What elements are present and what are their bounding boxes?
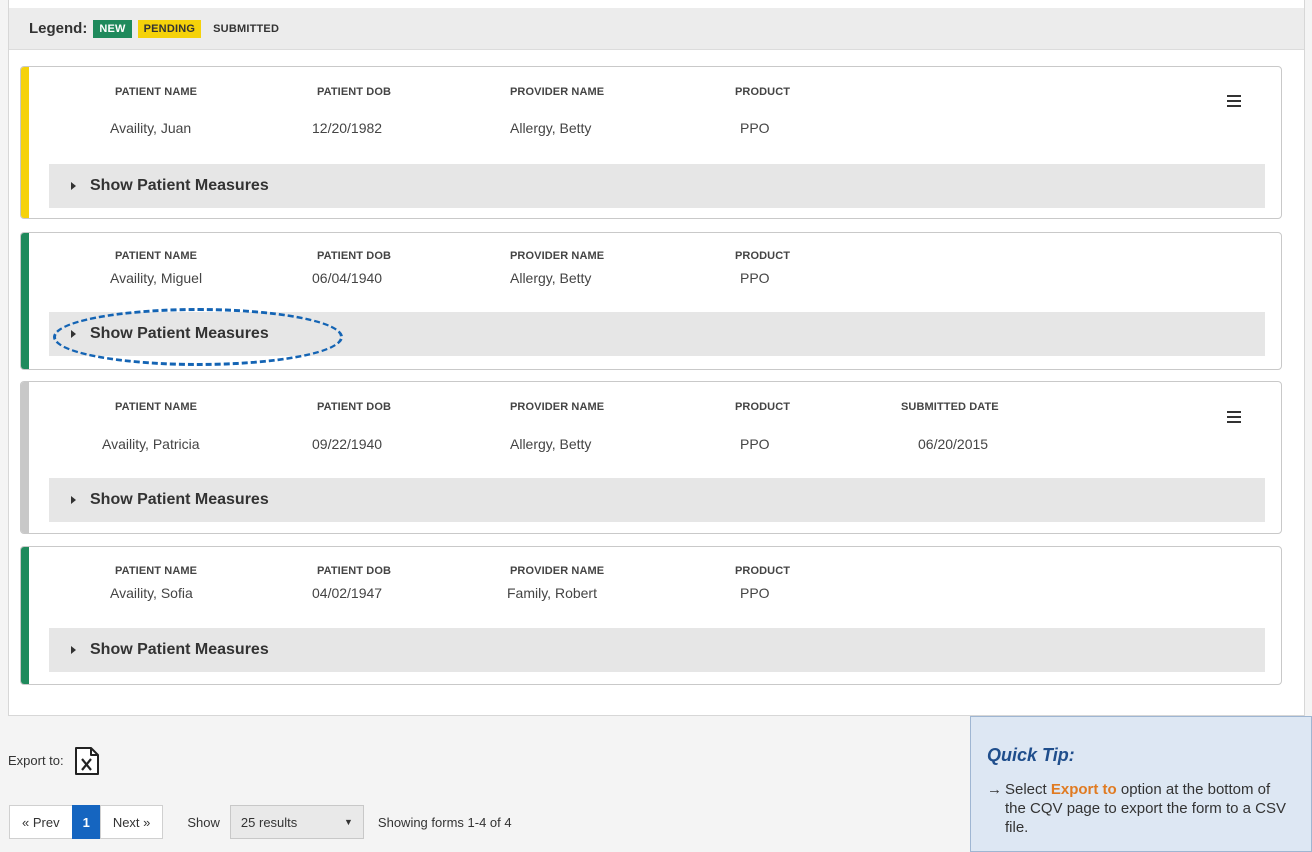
- provider-name-header: PROVIDER NAME: [510, 86, 605, 98]
- status-stripe-submitted: [21, 382, 29, 533]
- product-header: PRODUCT: [735, 401, 791, 413]
- patient-dob-value: 06/04/1940: [312, 270, 383, 286]
- product-header: PRODUCT: [735, 250, 791, 262]
- quick-tip-title: Quick Tip:: [987, 745, 1075, 765]
- patient-name-column: PATIENT NAME: [115, 250, 197, 262]
- expand-triangle-icon: [71, 646, 76, 654]
- expand-triangle-icon: [71, 182, 76, 190]
- product-value: PPO: [740, 585, 770, 601]
- status-stripe-new: [21, 547, 29, 684]
- legend-badge-pending: PENDING: [137, 19, 202, 38]
- patient-card: PATIENT NAME Availity, Juan PATIENT DOB …: [20, 66, 1282, 219]
- provider-name-value: Allergy, Betty: [510, 270, 592, 286]
- product-column: PRODUCT: [735, 401, 790, 413]
- arrow-right-icon: →: [987, 781, 1002, 798]
- expand-triangle-icon: [71, 330, 76, 338]
- patient-name-column: PATIENT NAME: [115, 86, 197, 98]
- patient-dob-header: PATIENT DOB: [317, 565, 392, 577]
- patient-name-value: Availity, Patricia: [102, 436, 200, 452]
- product-header: PRODUCT: [735, 565, 791, 577]
- show-patient-measures-label: Show Patient Measures: [90, 177, 269, 194]
- patient-name-header: PATIENT NAME: [115, 86, 198, 98]
- quick-tip-emphasis: Export to: [1050, 781, 1117, 798]
- quick-tip-text: → Select Export to option at the bottom …: [987, 780, 1295, 837]
- patient-name-column: PATIENT NAME: [115, 565, 197, 577]
- patient-dob-header: PATIENT DOB: [317, 401, 392, 413]
- page-1-button[interactable]: 1: [71, 805, 101, 839]
- legend-badge-new: NEW: [93, 19, 132, 38]
- prev-page-button[interactable]: « Prev: [9, 805, 73, 839]
- export-row: Export to:: [8, 746, 99, 775]
- show-patient-measures-label: Show Patient Measures: [90, 491, 269, 508]
- pagination: « Prev 1 Next » Show 25 results ▼ Showin…: [9, 805, 512, 839]
- next-page-button[interactable]: Next »: [99, 805, 164, 839]
- export-label: Export to:: [8, 752, 64, 768]
- legend-badge-submitted: SUBMITTED: [213, 22, 280, 35]
- quick-tip-box: Quick Tip: → Select Export to option at …: [970, 716, 1312, 852]
- patient-name-value: Availity, Sofia: [110, 585, 193, 601]
- patient-name-header: PATIENT NAME: [115, 401, 198, 413]
- provider-name-value: Family, Robert: [507, 585, 597, 601]
- caret-down-icon: ▼: [344, 817, 353, 827]
- results-per-page-select[interactable]: 25 results ▼: [229, 805, 364, 839]
- excel-file-icon[interactable]: [74, 746, 99, 775]
- product-column: PRODUCT: [735, 250, 790, 262]
- product-value: PPO: [740, 270, 770, 286]
- submitted-date-value: 06/20/2015: [918, 436, 989, 452]
- patient-dob-value: 12/20/1982: [312, 120, 383, 136]
- product-header: PRODUCT: [735, 86, 791, 98]
- patient-dob-header: PATIENT DOB: [317, 86, 392, 98]
- patient-dob-column: PATIENT DOB: [317, 565, 391, 577]
- submitted-date-column: SUBMITTED DATE: [901, 401, 999, 413]
- provider-name-column: PROVIDER NAME: [510, 565, 604, 577]
- patient-dob-column: PATIENT DOB: [317, 250, 391, 262]
- product-value: PPO: [740, 436, 770, 452]
- provider-name-header: PROVIDER NAME: [510, 401, 605, 413]
- patient-name-value: Availity, Juan: [110, 120, 192, 136]
- patient-card: PATIENT NAME Availity, Miguel PATIENT DO…: [20, 232, 1282, 370]
- product-value: PPO: [740, 120, 770, 136]
- submitted-date-header: SUBMITTED DATE: [901, 401, 999, 413]
- show-patient-measures-toggle[interactable]: Show Patient Measures: [49, 312, 1265, 356]
- showing-count: Showing forms 1-4 of 4: [377, 814, 512, 830]
- patient-dob-column: PATIENT DOB: [317, 401, 391, 413]
- legend-label: Legend:: [29, 20, 88, 37]
- expand-triangle-icon: [71, 496, 76, 504]
- provider-name-column: PROVIDER NAME: [510, 86, 604, 98]
- results-per-page-value: 25 results: [240, 814, 298, 830]
- patient-card: PATIENT NAME Availity, Patricia PATIENT …: [20, 381, 1282, 534]
- show-patient-measures-label: Show Patient Measures: [90, 325, 269, 342]
- show-label: Show: [187, 814, 220, 830]
- status-stripe-new: [21, 233, 29, 369]
- patient-name-header: PATIENT NAME: [115, 250, 198, 262]
- patient-name-column: PATIENT NAME: [115, 401, 197, 413]
- quick-tip-text-before: Select: [1005, 781, 1051, 798]
- patient-dob-header: PATIENT DOB: [317, 250, 392, 262]
- patient-dob-value: 09/22/1940: [312, 436, 383, 452]
- show-patient-measures-toggle[interactable]: Show Patient Measures: [49, 478, 1265, 522]
- patient-card: PATIENT NAME Availity, Sofia PATIENT DOB…: [20, 546, 1282, 685]
- patient-dob-value: 04/02/1947: [312, 585, 383, 601]
- product-column: PRODUCT: [735, 86, 790, 98]
- provider-name-value: Allergy, Betty: [510, 436, 592, 452]
- show-patient-measures-toggle[interactable]: Show Patient Measures: [49, 628, 1265, 672]
- patient-name-value: Availity, Miguel: [110, 270, 203, 286]
- provider-name-value: Allergy, Betty: [510, 120, 592, 136]
- provider-name-header: PROVIDER NAME: [510, 565, 605, 577]
- provider-name-column: PROVIDER NAME: [510, 250, 604, 262]
- row-menu-icon[interactable]: [1227, 411, 1241, 423]
- product-column: PRODUCT: [735, 565, 790, 577]
- legend-bar: Legend: NEW PENDING SUBMITTED: [9, 8, 1304, 50]
- status-stripe-pending: [21, 67, 29, 218]
- provider-name-column: PROVIDER NAME: [510, 401, 604, 413]
- show-patient-measures-label: Show Patient Measures: [90, 641, 269, 658]
- provider-name-header: PROVIDER NAME: [510, 250, 605, 262]
- show-patient-measures-toggle[interactable]: Show Patient Measures: [49, 164, 1265, 208]
- patient-dob-column: PATIENT DOB: [317, 86, 391, 98]
- patient-name-header: PATIENT NAME: [115, 565, 198, 577]
- row-menu-icon[interactable]: [1227, 95, 1241, 107]
